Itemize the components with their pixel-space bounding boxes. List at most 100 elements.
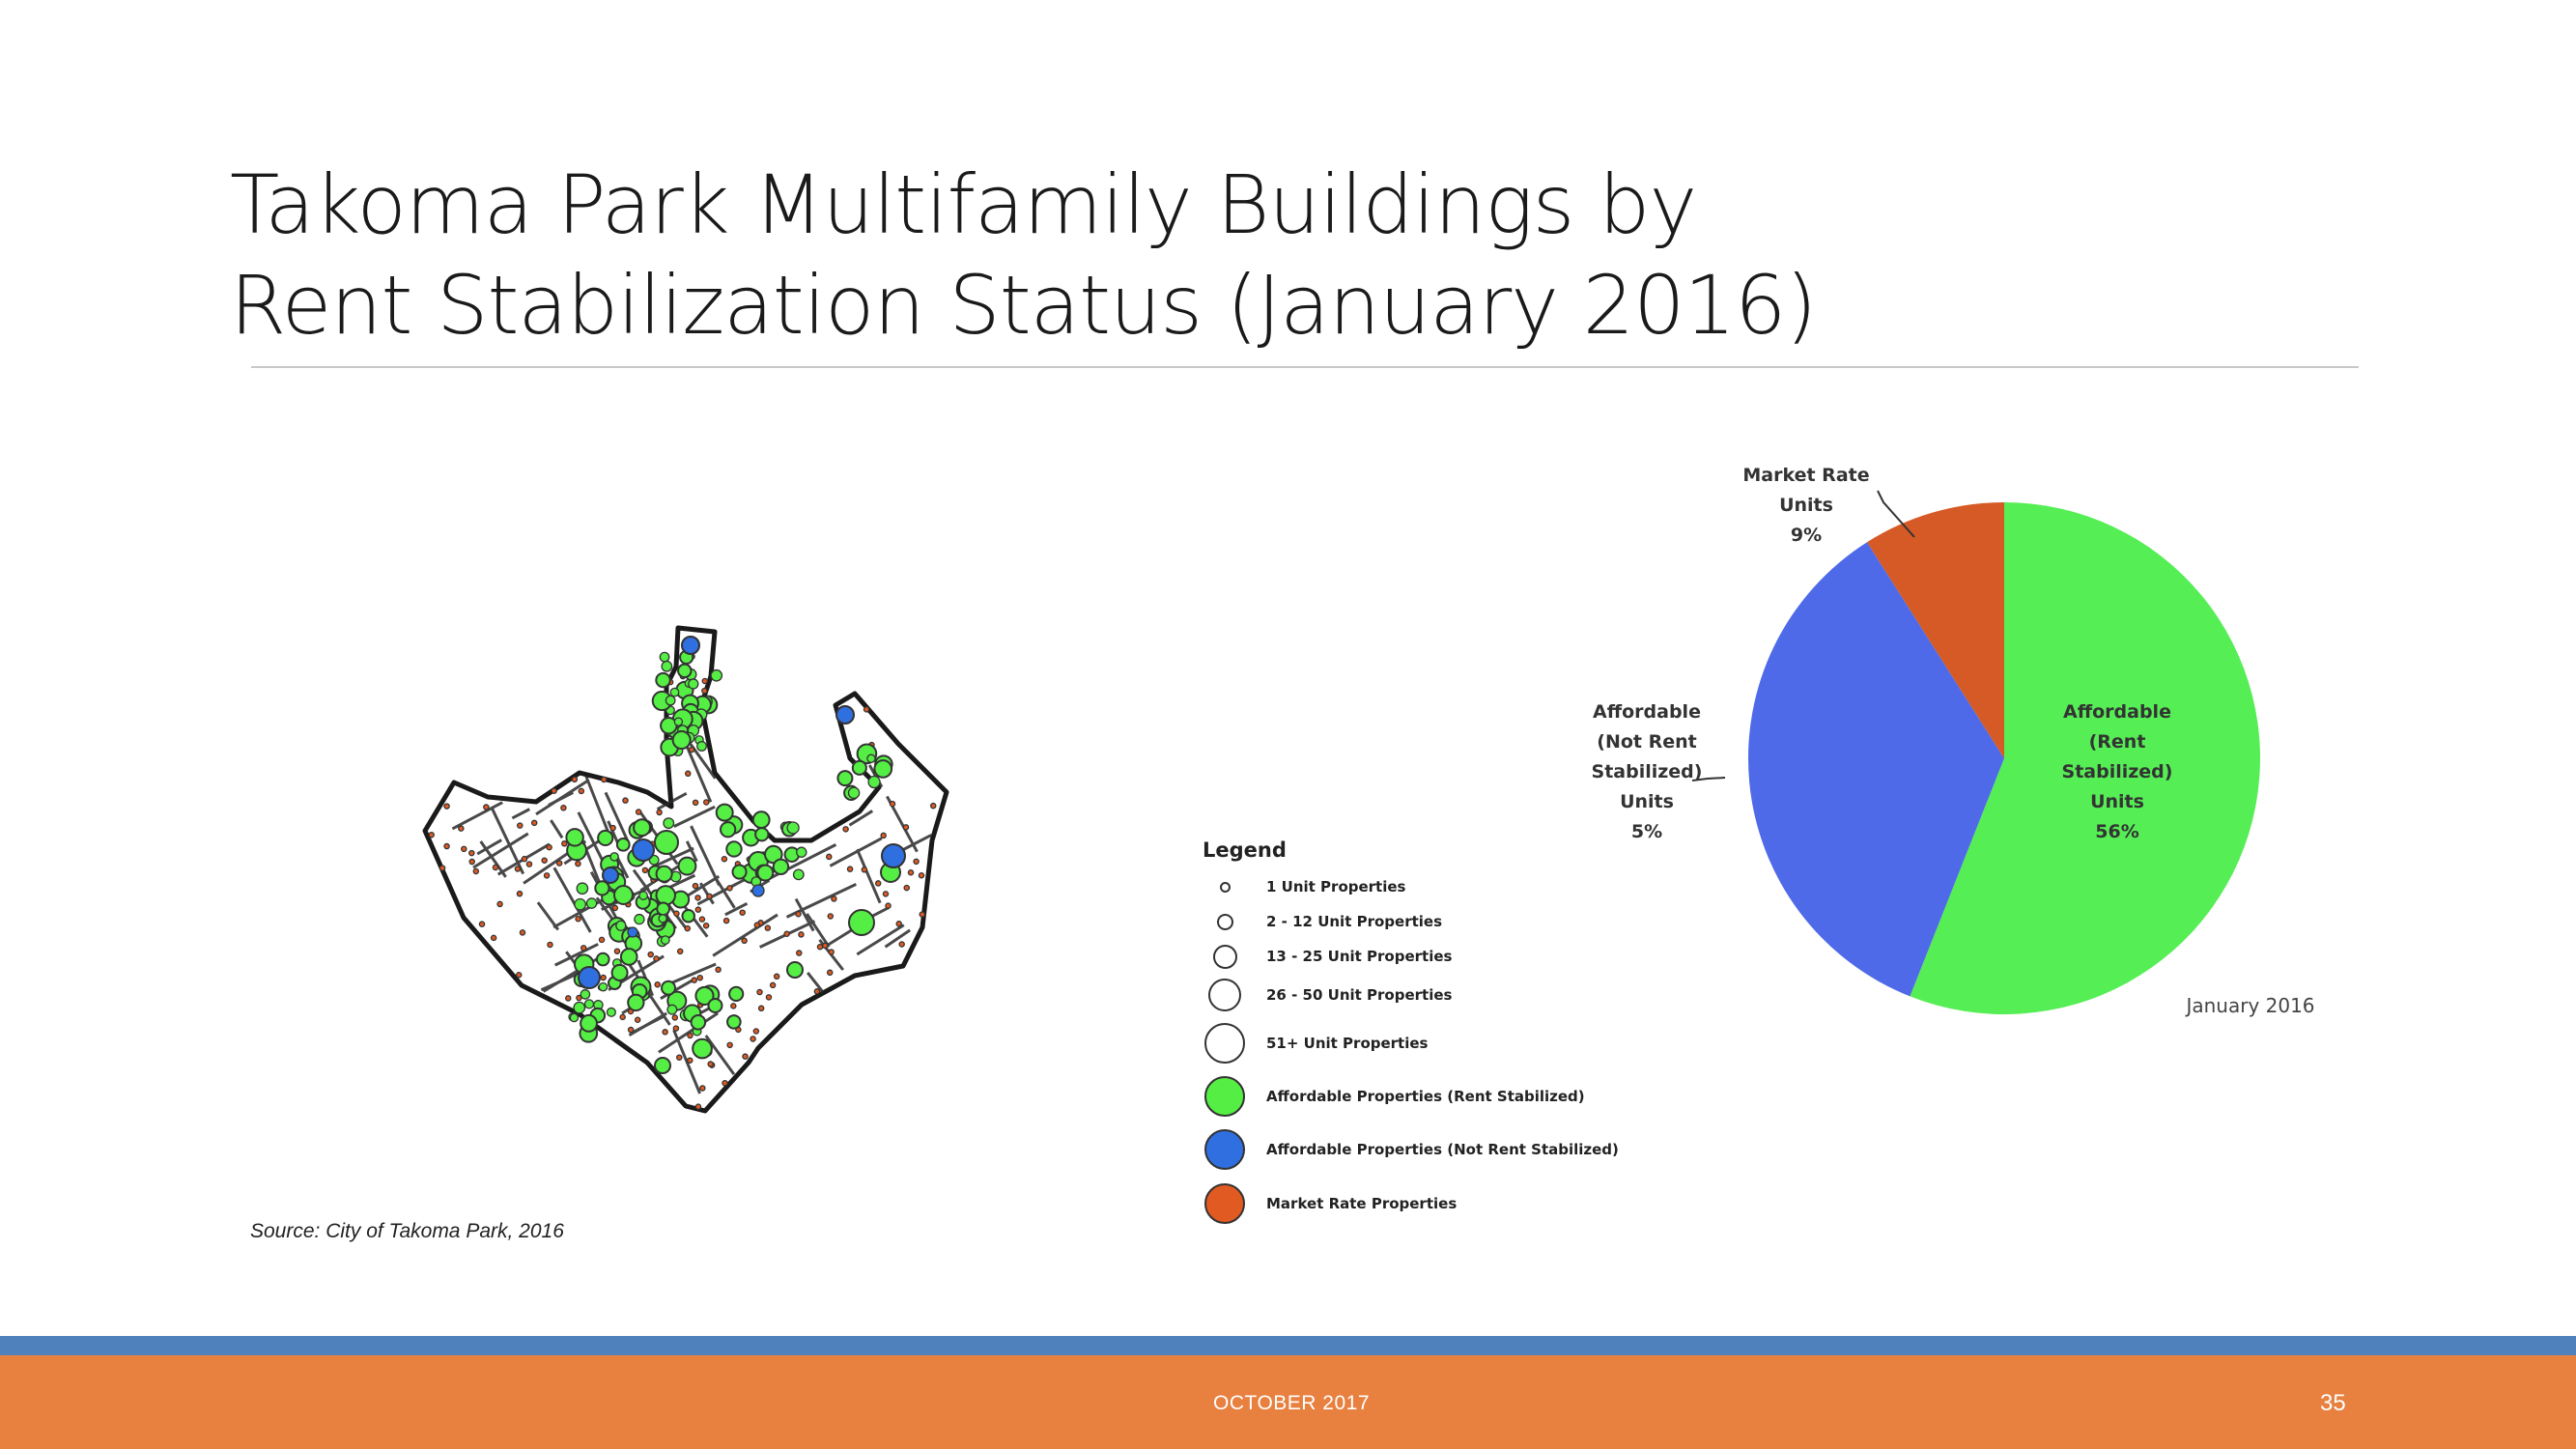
property-marker xyxy=(606,1007,616,1017)
street xyxy=(856,848,882,904)
property-marker xyxy=(719,821,737,838)
property-marker xyxy=(547,941,553,949)
circle-blue-icon xyxy=(1204,1129,1245,1170)
property-marker xyxy=(866,753,876,763)
property-marker xyxy=(813,988,821,995)
property-marker xyxy=(671,1014,679,1021)
property-marker xyxy=(627,993,645,1012)
circle-m-outline-icon xyxy=(1212,944,1237,969)
property-marker xyxy=(598,936,606,944)
property-marker xyxy=(609,852,619,862)
property-marker xyxy=(753,922,761,928)
property-marker xyxy=(835,705,855,724)
legend-item-market-rate: Market Rate Properties xyxy=(1203,1177,1666,1231)
property-marker xyxy=(519,929,526,936)
property-marker xyxy=(569,1012,580,1023)
property-marker xyxy=(585,897,598,909)
pie-chart: Market Rate Units 9% Affordable (Not Ren… xyxy=(1592,465,2315,1017)
legend-item-not-rent-stabilized: Affordable Properties (Not Rent Stabiliz… xyxy=(1203,1122,1666,1177)
property-marker xyxy=(898,941,905,948)
property-marker xyxy=(546,843,552,851)
property-marker xyxy=(699,1085,706,1092)
property-marker xyxy=(653,955,660,962)
property-marker xyxy=(600,974,607,981)
property-marker xyxy=(439,865,446,871)
property-marker xyxy=(742,1053,749,1060)
label-market-rate-line2: Units xyxy=(1779,495,1833,516)
street xyxy=(536,901,560,931)
circle-xs-outline-icon xyxy=(1219,881,1231,893)
property-marker xyxy=(663,817,675,830)
property-marker xyxy=(751,884,765,897)
property-marker xyxy=(665,695,676,706)
property-marker xyxy=(490,934,497,942)
property-marker xyxy=(461,845,467,853)
legend-item-rent-stabilized: Affordable Properties (Rent Stabilized) xyxy=(1203,1070,1666,1122)
property-marker xyxy=(773,973,780,980)
property-marker xyxy=(627,1026,635,1034)
property-marker xyxy=(873,759,893,779)
property-marker xyxy=(560,805,567,811)
property-marker xyxy=(661,980,677,996)
property-marker xyxy=(530,819,538,827)
property-marker xyxy=(754,827,770,842)
property-marker xyxy=(428,831,435,838)
property-marker xyxy=(721,856,728,863)
property-marker xyxy=(752,1028,760,1035)
street xyxy=(806,913,831,948)
property-marker xyxy=(565,828,584,847)
property-marker xyxy=(687,1032,694,1039)
circle-green-icon xyxy=(1204,1076,1245,1117)
property-marker xyxy=(756,864,775,882)
property-marker xyxy=(656,809,663,816)
property-marker xyxy=(739,909,746,916)
property-marker xyxy=(907,868,915,876)
property-marker xyxy=(816,943,824,951)
property-marker xyxy=(659,651,670,663)
street xyxy=(672,1029,702,1094)
label-stabilized-line1: Affordable xyxy=(2063,701,2171,723)
property-marker xyxy=(619,948,638,966)
property-marker xyxy=(673,717,684,726)
street xyxy=(584,776,611,837)
property-marker xyxy=(514,866,522,872)
property-marker xyxy=(792,868,805,881)
property-marker xyxy=(613,948,621,954)
property-marker xyxy=(764,924,772,931)
property-marker xyxy=(615,920,627,931)
title-divider xyxy=(251,366,2359,368)
property-marker xyxy=(478,921,486,927)
property-marker xyxy=(654,980,661,988)
property-marker xyxy=(902,824,910,831)
property-marker xyxy=(443,803,450,810)
property-marker xyxy=(635,809,642,815)
property-marker xyxy=(741,937,748,945)
property-marker xyxy=(468,858,475,866)
slide-title-line-2: Rent Stabilization Status (January 2016) xyxy=(230,258,1817,353)
label-not-stabilized-line4: Units xyxy=(1620,791,1674,812)
slide-title-line-1: Takoma Park Multifamily Buildings by xyxy=(230,157,1697,252)
property-marker xyxy=(701,677,709,685)
property-marker xyxy=(676,1054,683,1061)
property-marker xyxy=(889,800,896,808)
property-marker xyxy=(842,826,849,833)
property-marker xyxy=(756,988,763,996)
property-marker xyxy=(796,950,803,956)
property-marker xyxy=(828,949,835,955)
property-marker xyxy=(696,741,707,752)
property-marker xyxy=(634,1016,641,1024)
property-marker xyxy=(516,890,524,897)
slide-title: Takoma Park Multifamily Buildings by Ren… xyxy=(230,155,1872,355)
property-marker xyxy=(688,746,695,753)
property-marker xyxy=(595,952,610,967)
property-marker xyxy=(647,951,654,958)
property-marker xyxy=(698,916,706,923)
takoma-park-map xyxy=(422,625,949,1114)
property-marker xyxy=(602,867,619,884)
property-marker xyxy=(687,1057,694,1064)
property-marker xyxy=(472,867,480,875)
property-marker xyxy=(492,864,499,871)
page-number: 35 xyxy=(2320,1390,2346,1416)
property-marker xyxy=(757,1005,765,1012)
label-stabilized-line2: (Rent xyxy=(2089,731,2146,753)
